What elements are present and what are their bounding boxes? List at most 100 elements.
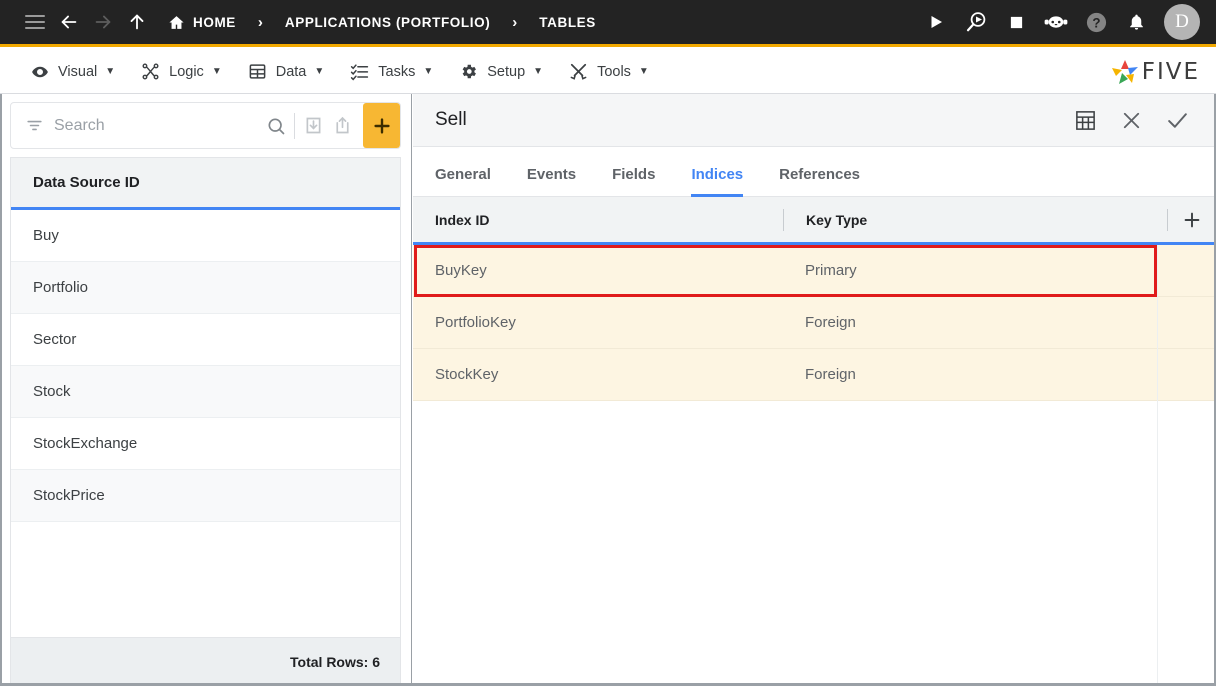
arrow-left-icon bbox=[61, 15, 77, 29]
import-download-icon bbox=[306, 117, 321, 134]
svg-text:?: ? bbox=[1092, 15, 1100, 30]
help-button[interactable]: ? bbox=[1076, 2, 1116, 42]
data-source-column-header[interactable]: Data Source ID bbox=[11, 158, 400, 210]
table-row[interactable]: StockKey Foreign bbox=[413, 349, 1216, 401]
column-header-label-index-id: Index ID bbox=[435, 211, 490, 228]
menu-item-visual[interactable]: Visual ▼ bbox=[18, 50, 128, 94]
column-header-key-type[interactable]: Key Type bbox=[784, 197, 1167, 242]
top-nav-left-group: HOME › APPLICATIONS (PORTFOLIO) › TABLES bbox=[0, 0, 596, 44]
tab-events[interactable]: Events bbox=[527, 166, 576, 197]
cell-actions bbox=[1168, 349, 1216, 400]
data-source-grid: Data Source ID Buy Portfolio Sector Stoc… bbox=[10, 157, 401, 686]
chevron-down-icon: ▼ bbox=[533, 66, 544, 77]
list-item-label: Stock bbox=[33, 383, 71, 400]
hamburger-menu-icon[interactable] bbox=[18, 0, 52, 44]
add-data-source-button[interactable] bbox=[363, 103, 400, 148]
stop-square-icon bbox=[1010, 16, 1022, 28]
list-item-label: Portfolio bbox=[33, 279, 89, 296]
plus-icon bbox=[374, 117, 390, 134]
five-logo-text: FIVE bbox=[1141, 58, 1200, 85]
check-icon bbox=[1167, 112, 1187, 128]
data-sources-sidebar: Data Source ID Buy Portfolio Sector Stoc… bbox=[0, 94, 412, 686]
menu-item-data[interactable]: Data ▼ bbox=[235, 50, 338, 94]
panel-header: Sell bbox=[413, 94, 1216, 147]
assistant-button[interactable] bbox=[1036, 2, 1076, 42]
menu-label-setup: Setup bbox=[487, 63, 526, 80]
list-item-label: Sector bbox=[33, 331, 77, 348]
five-logo-mark bbox=[1111, 59, 1138, 84]
breadcrumb-separator-1: › bbox=[257, 13, 263, 31]
list-item[interactable]: Portfolio bbox=[11, 262, 400, 314]
menu-label-data: Data bbox=[275, 63, 307, 80]
run-button[interactable] bbox=[916, 2, 956, 42]
cell-index-id: BuyKey bbox=[435, 262, 487, 279]
top-nav-right-group: ? D bbox=[916, 2, 1216, 42]
close-x-icon bbox=[1123, 112, 1139, 128]
export-button[interactable] bbox=[328, 108, 357, 144]
menu-label-logic: Logic bbox=[169, 63, 204, 80]
breadcrumb-label-tables: TABLES bbox=[539, 14, 596, 30]
eye-icon bbox=[31, 63, 49, 81]
application-window: HOME › APPLICATIONS (PORTFOLIO) › TABLES bbox=[0, 0, 1216, 686]
list-item[interactable]: StockExchange bbox=[11, 418, 400, 470]
cell-key-type: Primary bbox=[805, 262, 857, 279]
stop-button[interactable] bbox=[996, 2, 1036, 42]
column-header-index-id[interactable]: Index ID bbox=[413, 197, 783, 242]
back-button[interactable] bbox=[52, 0, 86, 44]
confirm-button[interactable] bbox=[1154, 98, 1200, 142]
search-input[interactable] bbox=[54, 116, 261, 135]
list-item[interactable]: Sector bbox=[11, 314, 400, 366]
task-list-icon bbox=[350, 62, 369, 81]
breadcrumb-item-applications[interactable]: APPLICATIONS (PORTFOLIO) bbox=[285, 15, 490, 30]
tab-general[interactable]: General bbox=[435, 166, 491, 197]
data-source-rows: Buy Portfolio Sector Stock StockExchange… bbox=[11, 210, 400, 637]
menu-item-tools[interactable]: Tools ▼ bbox=[556, 50, 662, 94]
add-index-button[interactable] bbox=[1168, 197, 1216, 242]
menu-item-logic[interactable]: Logic ▼ bbox=[128, 50, 235, 94]
table-grid-icon bbox=[1075, 110, 1095, 130]
notifications-button[interactable] bbox=[1116, 2, 1156, 42]
gear-icon bbox=[459, 62, 478, 81]
menu-label-visual: Visual bbox=[58, 63, 98, 80]
chevron-down-icon: ▼ bbox=[314, 66, 325, 77]
tab-references[interactable]: References bbox=[779, 166, 860, 197]
breadcrumb: HOME › APPLICATIONS (PORTFOLIO) › TABLES bbox=[168, 0, 596, 44]
search-box bbox=[10, 102, 401, 149]
toolbar-divider bbox=[294, 112, 296, 139]
import-button[interactable] bbox=[299, 108, 328, 144]
grid-view-button[interactable] bbox=[1062, 98, 1108, 142]
tab-indices[interactable]: Indices bbox=[691, 166, 744, 197]
list-item[interactable]: StockPrice bbox=[11, 470, 400, 522]
menu-item-setup[interactable]: Setup ▼ bbox=[446, 50, 556, 94]
breadcrumb-item-tables[interactable]: TABLES bbox=[539, 15, 596, 30]
tab-fields[interactable]: Fields bbox=[612, 166, 655, 197]
total-rows-footer: Total Rows: 6 bbox=[11, 637, 400, 685]
table-row[interactable]: BuyKey Primary bbox=[413, 245, 1216, 297]
column-divider bbox=[1157, 245, 1158, 686]
column-header-label: Data Source ID bbox=[33, 174, 140, 191]
avatar[interactable]: D bbox=[1164, 4, 1200, 40]
cell-index-id: PortfolioKey bbox=[435, 314, 516, 331]
forward-button[interactable] bbox=[86, 0, 120, 44]
filter-icon[interactable] bbox=[11, 116, 54, 135]
up-button[interactable] bbox=[120, 0, 154, 44]
sidebar-search-area bbox=[0, 94, 411, 157]
list-item[interactable]: Buy bbox=[11, 210, 400, 262]
chevron-down-icon: ▼ bbox=[423, 66, 434, 77]
cell-actions bbox=[1168, 245, 1216, 296]
hamburger-icon bbox=[25, 11, 45, 33]
close-button[interactable] bbox=[1108, 98, 1154, 142]
list-item-label: StockPrice bbox=[33, 487, 105, 504]
menu-item-tasks[interactable]: Tasks ▼ bbox=[337, 50, 446, 94]
plus-icon bbox=[1184, 212, 1200, 227]
panel-action-group bbox=[1062, 98, 1200, 142]
robot-icon bbox=[1044, 16, 1068, 28]
table-row[interactable]: PortfolioKey Foreign bbox=[413, 297, 1216, 349]
list-item[interactable]: Stock bbox=[11, 366, 400, 418]
breadcrumb-item-home[interactable]: HOME bbox=[168, 14, 236, 31]
arrow-right-icon bbox=[95, 15, 111, 29]
search-icon[interactable] bbox=[261, 108, 290, 144]
grid-empty-space bbox=[11, 522, 400, 637]
breadcrumb-label-home: HOME bbox=[193, 14, 236, 30]
debug-button[interactable] bbox=[956, 2, 996, 42]
